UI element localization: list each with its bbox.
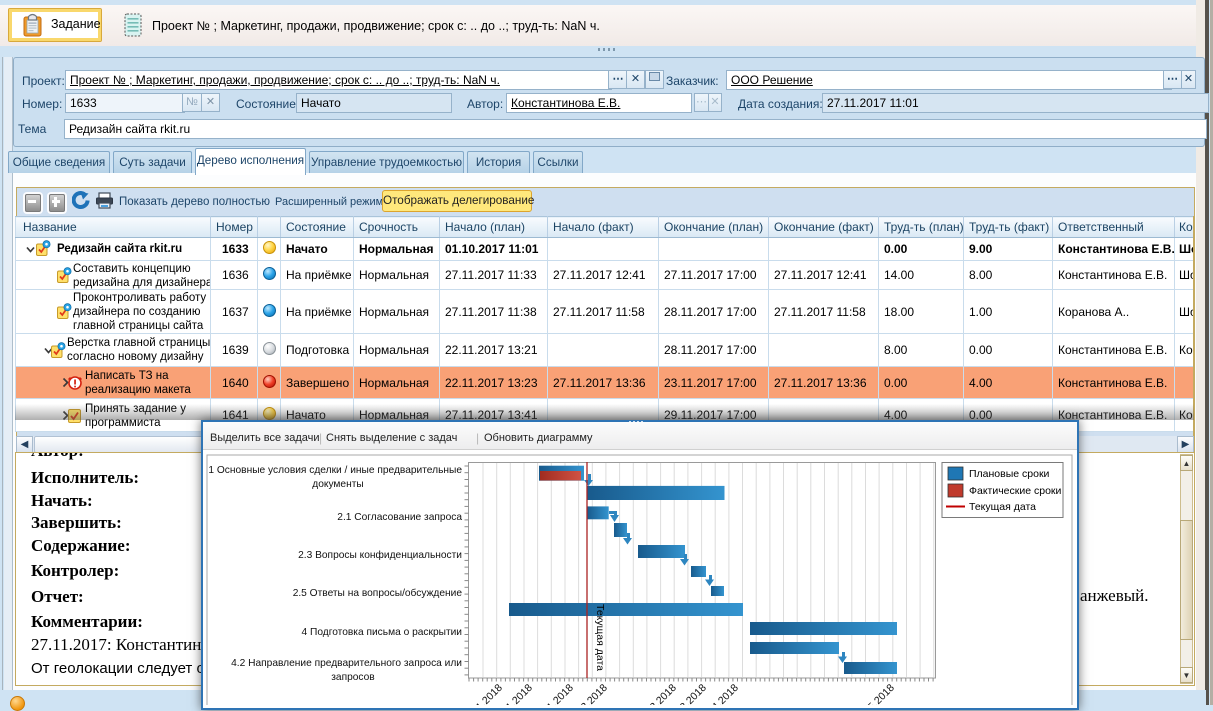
svg-text:4 Подготовка письма о раскрыти: 4 Подготовка письма о раскрытии [302, 627, 462, 638]
svg-text:Текущая дата: Текущая дата [594, 604, 606, 671]
svg-text:документы: документы [312, 479, 363, 490]
svg-text:2.5 Ответы на вопросы/обсужден: 2.5 Ответы на вопросы/обсуждение [293, 587, 463, 599]
svg-text:4.2 Направление предварительно: 4.2 Направление предварительного запроса… [231, 658, 462, 669]
svg-text:Фактические сроки: Фактические сроки [969, 485, 1062, 497]
svg-text:Текущая дата: Текущая дата [969, 501, 1036, 513]
svg-text:Плановые сроки: Плановые сроки [969, 468, 1050, 480]
svg-text:2.1 Согласование запроса: 2.1 Согласование запроса [337, 512, 462, 523]
svg-text:2.3 Вопросы конфиденциальности: 2.3 Вопросы конфиденциальности [298, 549, 462, 561]
svg-text:1 Основные условия сделки / ин: 1 Основные условия сделки / иные предвар… [208, 465, 462, 476]
svg-text:запросов: запросов [331, 672, 374, 683]
